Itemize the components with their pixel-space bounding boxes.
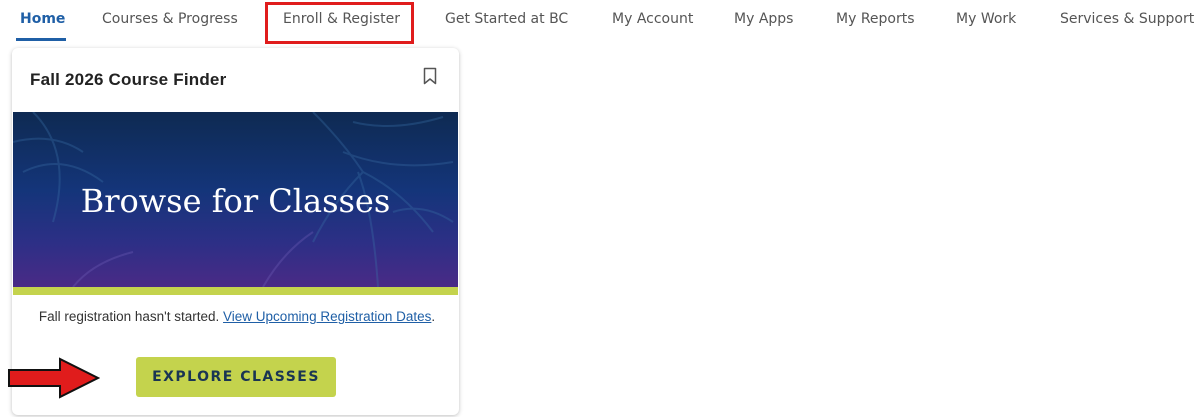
explore-classes-button[interactable]: EXPLORE CLASSES [136,357,336,397]
banner-accent-stripe [13,287,458,295]
registration-punctuation: . [431,309,436,324]
nav-item-home[interactable]: Home [20,11,65,27]
top-navigation: Home Courses & Progress Enroll & Registe… [0,0,1203,44]
nav-item-get-started[interactable]: Get Started at BC [445,11,568,27]
registration-status-text: Fall registration hasn't started. View U… [32,306,442,327]
nav-item-my-account[interactable]: My Account [612,11,693,27]
nav-item-services-support[interactable]: Services & Support [1060,11,1194,27]
browse-classes-banner[interactable]: Browse for Classes [13,112,458,287]
enroll-register-highlight-box [265,2,414,44]
banner-heading: Browse for Classes [80,182,391,220]
nav-item-my-work[interactable]: My Work [956,11,1016,27]
registration-status-message: Fall registration hasn't started. [38,309,220,324]
red-arrow-icon [8,357,100,399]
card-title: Fall 2026 Course Finder [30,70,227,89]
bookmark-icon[interactable] [423,67,437,85]
nav-item-my-reports[interactable]: My Reports [836,11,915,27]
active-tab-indicator [16,38,66,41]
nav-item-my-apps[interactable]: My Apps [734,11,793,27]
nav-item-courses-progress[interactable]: Courses & Progress [102,11,238,27]
upcoming-registration-dates-link[interactable]: View Upcoming Registration Dates [223,309,431,324]
